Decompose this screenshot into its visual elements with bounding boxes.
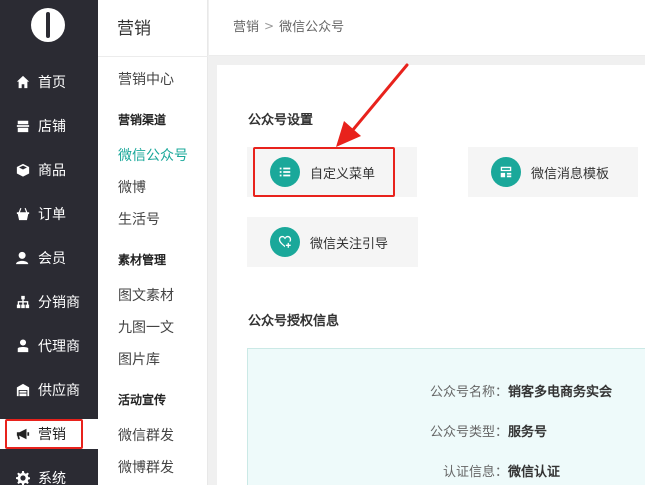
warehouse-icon — [16, 383, 30, 397]
main-sidebar: 首页 店铺 商品 订单 会员 分销商 代理商 供应商 营销 系统 — [0, 0, 98, 485]
card-label: 微信关注引导 — [310, 236, 389, 252]
store-icon — [16, 119, 30, 133]
info-key: 公众号名称： — [429, 385, 508, 400]
nav-item-system[interactable]: 系统 — [0, 463, 98, 485]
subnav-group-channels: 营销渠道 — [118, 113, 167, 127]
secondary-sidebar: 营销 营销中心 营销渠道 微信公众号 微博 生活号 素材管理 图文素材 九图一文… — [98, 0, 208, 485]
subnav-group-promo: 活动宣传 — [118, 393, 167, 407]
nav-label: 会员 — [38, 251, 66, 267]
nav-label: 首页 — [38, 75, 66, 91]
info-key: 认证信息： — [442, 465, 508, 480]
info-value: 微信认证 — [508, 465, 561, 480]
nav-item-members[interactable]: 会员 — [0, 243, 98, 273]
nav-item-distributors[interactable]: 分销商 — [0, 287, 98, 317]
nav-item-suppliers[interactable]: 供应商 — [0, 375, 98, 405]
follow-guide-icon — [270, 227, 300, 257]
subnav-item-gallery[interactable]: 图片库 — [118, 349, 160, 369]
subnav-title: 营销 — [117, 19, 151, 39]
info-value: 服务号 — [508, 425, 548, 440]
breadcrumb-current: 微信公众号 — [279, 20, 345, 35]
message-template-card[interactable]: 微信消息模板 — [468, 147, 638, 197]
nav-label: 系统 — [38, 471, 66, 485]
card-label: 微信消息模板 — [531, 166, 610, 182]
member-icon — [16, 251, 30, 265]
subnav-item-nine-grid[interactable]: 九图一文 — [118, 317, 174, 337]
subnav-item-image-text[interactable]: 图文素材 — [118, 285, 174, 305]
nav-item-home[interactable]: 首页 — [0, 67, 98, 97]
highlight-box — [253, 147, 395, 197]
nav-item-marketing[interactable]: 营销 — [0, 419, 98, 449]
nav-item-orders[interactable]: 订单 — [0, 199, 98, 229]
nav-label: 供应商 — [38, 383, 80, 399]
box-icon — [16, 163, 30, 177]
follow-guide-card[interactable]: 微信关注引导 — [247, 217, 418, 267]
gear-icon — [16, 471, 30, 485]
nav-label: 店铺 — [38, 119, 66, 135]
subnav-item-life-account[interactable]: 生活号 — [118, 209, 160, 229]
highlight-box — [5, 419, 83, 449]
sitemap-icon — [16, 295, 30, 309]
subnav-item-marketing-center[interactable]: 营销中心 — [118, 69, 174, 89]
template-icon — [491, 157, 521, 187]
nav-item-store[interactable]: 店铺 — [0, 111, 98, 141]
breadcrumb-root[interactable]: 营销 — [233, 16, 259, 35]
subnav-item-wechat-mass[interactable]: 微信群发 — [118, 425, 174, 445]
home-icon — [16, 75, 30, 89]
page-header: 营销 > 微信公众号 — [209, 0, 645, 56]
breadcrumb: 营销 > 微信公众号 — [233, 16, 345, 36]
nav-label: 商品 — [38, 163, 66, 179]
auth-info-box: 公众号名称： 销客多电商务实会 公众号类型： 服务号 认证信息： 微信认证 — [247, 348, 645, 485]
info-key: 公众号类型： — [429, 425, 508, 440]
section-title-settings: 公众号设置 — [248, 113, 314, 128]
app-logo — [31, 8, 65, 42]
basket-icon — [16, 207, 30, 221]
nav-item-agents[interactable]: 代理商 — [0, 331, 98, 361]
divider — [98, 56, 208, 57]
section-title-auth: 公众号授权信息 — [248, 314, 340, 329]
subnav-group-materials: 素材管理 — [118, 253, 167, 267]
subnav-item-weibo-mass[interactable]: 微博群发 — [118, 457, 174, 477]
nav-label: 代理商 — [38, 339, 80, 355]
nav-label: 分销商 — [38, 295, 80, 311]
breadcrumb-separator: > — [264, 18, 275, 33]
info-value: 销客多电商务实会 — [508, 385, 613, 400]
nav-label: 订单 — [38, 207, 66, 223]
main-content: 公众号设置 自定义菜单 微信消息模板 微信关注引导 公众号授权信息 公众号名称：… — [217, 65, 645, 485]
subnav-item-wechat-official[interactable]: 微信公众号 — [118, 145, 188, 165]
subnav-item-weibo[interactable]: 微博 — [118, 177, 146, 197]
agent-icon — [16, 339, 30, 353]
nav-item-products[interactable]: 商品 — [0, 155, 98, 185]
